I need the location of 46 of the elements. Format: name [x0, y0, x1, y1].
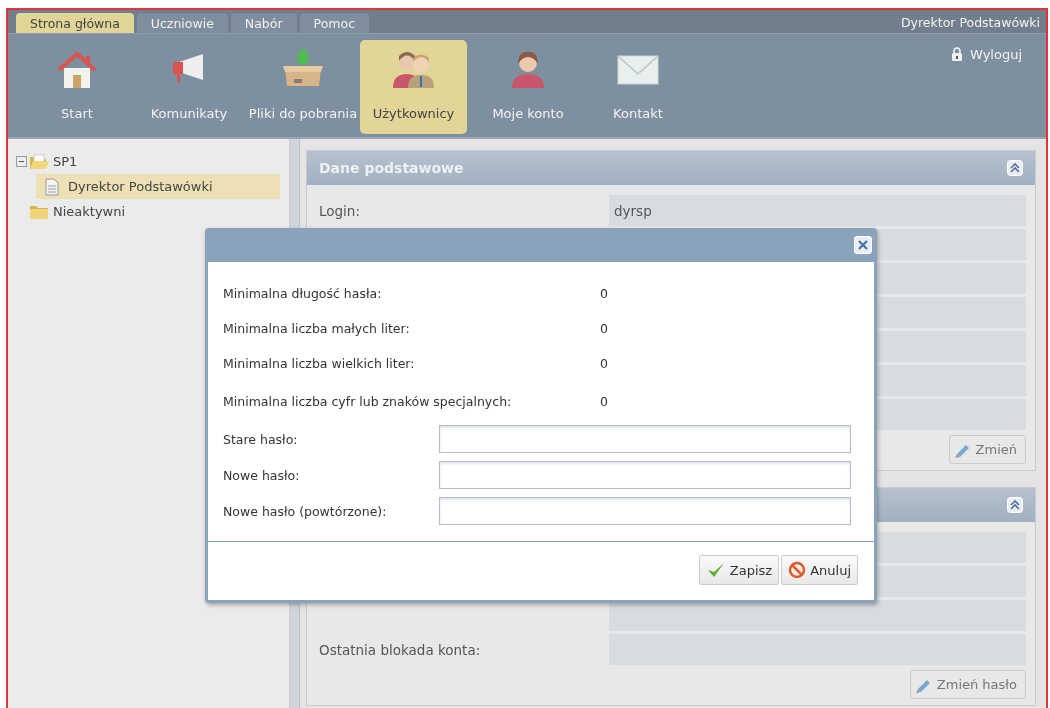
toolbar-button[interactable]: Kontakt	[583, 40, 693, 134]
tree-item[interactable]: Nieaktywni	[29, 199, 140, 224]
rule-value: 0	[600, 393, 608, 409]
field-value: dyrsp	[609, 195, 1026, 226]
field-label: Stare hasło:	[223, 431, 299, 447]
checkmark-icon	[705, 561, 726, 579]
close-icon	[857, 239, 869, 251]
tree-item[interactable]: Dyrektor Podstawówki	[36, 174, 280, 199]
nav-tab[interactable]: Nabór	[230, 13, 297, 33]
field-label: Nowe hasło (powtórzone):	[223, 503, 388, 519]
nav-tab[interactable]: Strona główna	[16, 13, 134, 33]
open-folder-icon	[29, 152, 49, 171]
lock-icon	[951, 46, 963, 62]
tree-item[interactable]: SP1	[29, 149, 92, 174]
change-button[interactable]: Zmień	[948, 435, 1026, 464]
user-name: Dyrektor Podstawówki	[900, 15, 1041, 32]
toolbar-button[interactable]: Użytkownicy	[360, 40, 467, 134]
rule-label: Minimalna liczba małych liter:	[223, 321, 411, 336]
nav-tab[interactable]: Uczniowie	[136, 13, 228, 33]
save-button[interactable]: Zapisz	[698, 555, 780, 585]
rule-label: Minimalna liczba cyfr lub znaków specjalnych:	[223, 393, 513, 409]
field-label: Ostatnia blokada konta:	[319, 641, 482, 658]
toolbar-button[interactable]: Moje konto	[473, 40, 583, 134]
nav-tab[interactable]: Pomoc	[299, 13, 370, 33]
close-button[interactable]	[854, 236, 872, 254]
logout-link[interactable]: Wyloguj	[951, 34, 1046, 63]
toolbar-button[interactable]: Pliki do pobrania	[246, 40, 360, 134]
rule-value: 0	[600, 356, 608, 371]
rule-value: 0	[600, 286, 608, 301]
rule-value: 0	[600, 321, 608, 336]
document-icon	[44, 177, 60, 196]
collapse-up-icon	[1007, 497, 1023, 513]
change-button[interactable]: Zmień hasło	[909, 670, 1026, 699]
rule-label: Minimalna długość hasła:	[223, 286, 383, 301]
field-label: Login:	[319, 202, 361, 219]
password-field[interactable]	[439, 497, 851, 525]
rule-label: Minimalna liczba wielkich liter:	[223, 356, 416, 371]
toolbar-button[interactable]: Komunikaty	[132, 40, 246, 134]
forbidden-icon	[788, 561, 807, 579]
toolbar-button[interactable]: Start	[22, 40, 132, 134]
password-field[interactable]	[439, 461, 851, 489]
field-label: Nowe hasło:	[223, 467, 301, 483]
panel-title: Dane podstawowe	[319, 160, 464, 176]
collapse-up-icon	[1007, 160, 1023, 176]
password-field[interactable]	[439, 425, 851, 453]
cancel-button[interactable]: Anuluj	[781, 555, 858, 585]
